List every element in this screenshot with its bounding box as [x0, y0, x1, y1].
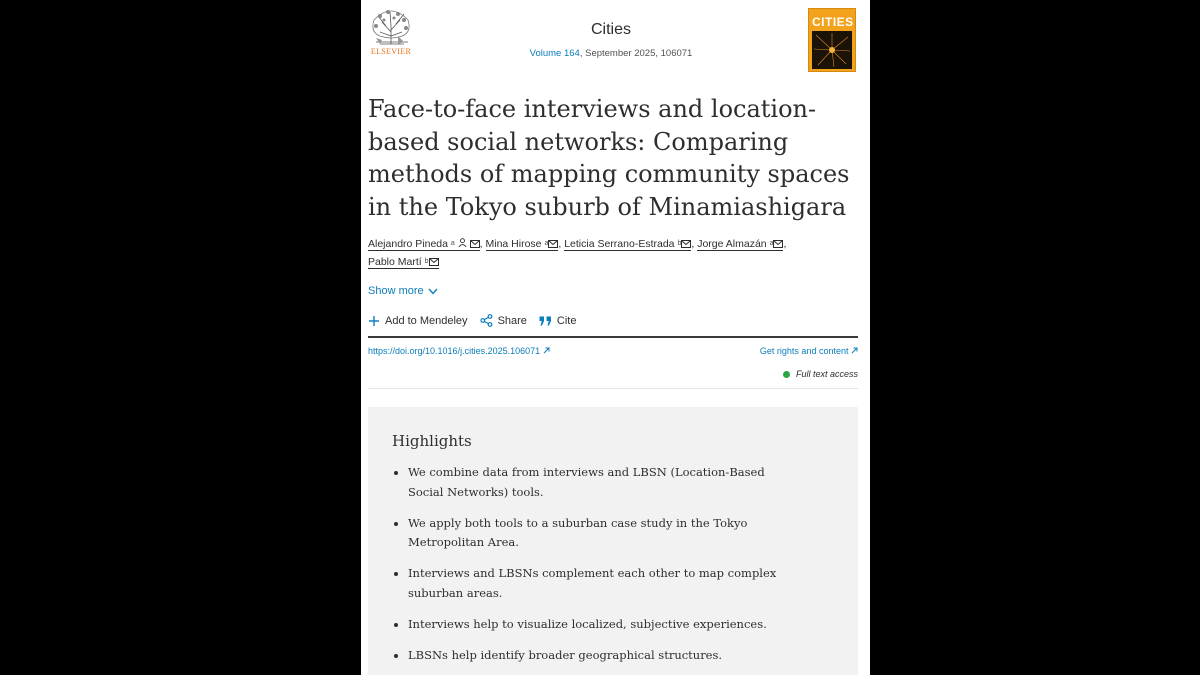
volume-link[interactable]: Volume 164 [530, 48, 580, 59]
cite-label: Cite [556, 314, 577, 327]
mail-icon [681, 240, 692, 248]
author-name: Pablo Martí [368, 256, 422, 268]
author-link[interactable]: Mina Hirose a [485, 238, 559, 251]
author-link[interactable]: Alejandro Pineda a [368, 238, 480, 251]
get-rights-link[interactable]: Get rights and content [760, 346, 858, 356]
journal-cover-image[interactable]: CITIES [808, 8, 856, 72]
author-name: Alejandro Pineda [368, 238, 448, 250]
plus-icon [369, 315, 379, 326]
add-to-mendeley-button[interactable]: Add to Mendeley [368, 314, 468, 327]
show-more-label: Show more [368, 285, 424, 297]
chevron-down-icon [428, 288, 438, 295]
external-link-icon [543, 347, 550, 354]
cite-button[interactable]: Cite [539, 314, 577, 327]
highlight-item: Interviews and LBSNs complement each oth… [392, 564, 782, 603]
doi-link[interactable]: https://doi.org/10.1016/j.cities.2025.10… [368, 346, 550, 356]
journal-issue-info: Volume 164, September 2025, 106071 [461, 48, 761, 59]
external-link-icon [851, 347, 858, 354]
issue-details: , September 2025, 106071 [579, 48, 693, 59]
article-actions: Add to Mendeley Share Cite [368, 314, 576, 327]
highlight-item: LBSNs help identify broader geographical… [392, 646, 782, 666]
highlights-list: We combine data from interviews and LBSN… [392, 463, 782, 675]
cover-artwork [812, 31, 852, 69]
affiliation-marker: a [450, 240, 455, 247]
share-button[interactable]: Share [479, 314, 527, 327]
article-title: Face-to-face interviews and location-bas… [368, 95, 850, 221]
quote-icon [539, 316, 551, 325]
mendeley-label: Add to Mendeley [385, 314, 468, 327]
highlight-item: We apply both tools to a suburban case s… [392, 514, 782, 553]
author-name: Mina Hirose [485, 238, 542, 250]
author-link[interactable]: Jorge Almazán a [697, 238, 784, 251]
author-link[interactable]: Leticia Serrano-Estrada b [564, 238, 692, 251]
access-label: Full text access [795, 369, 858, 379]
light-divider [368, 388, 858, 389]
share-icon [479, 314, 492, 327]
access-dot-icon [782, 370, 790, 378]
doi-text: https://doi.org/10.1016/j.cities.2025.10… [368, 346, 541, 356]
show-more-button[interactable]: Show more [368, 285, 438, 297]
cover-title: CITIES [812, 15, 854, 29]
author-link[interactable]: Pablo Martí b [368, 256, 439, 269]
highlights-heading: Highlights [392, 432, 472, 450]
author-name: Jorge Almazán [697, 238, 767, 250]
mail-icon [548, 240, 559, 248]
highlight-item: We combine data from interviews and LBSN… [392, 463, 782, 502]
share-label: Share [497, 314, 527, 327]
access-status: Full text access [782, 369, 858, 379]
section-divider [368, 336, 858, 338]
highlight-item: Interviews help to visualize localized, … [392, 615, 782, 635]
mail-icon [469, 240, 480, 248]
mail-icon [428, 258, 439, 266]
publisher-name: ELSEVIER [370, 47, 412, 56]
author-name: Leticia Serrano-Estrada [564, 238, 675, 250]
mail-icon [773, 240, 784, 248]
author-list: Alejandro Pineda a , Mina Hirose a, Leti… [368, 238, 787, 269]
highlights-box: Highlights We combine data from intervie… [368, 407, 858, 675]
rights-text: Get rights and content [759, 346, 849, 356]
person-icon [458, 238, 467, 247]
journal-title[interactable]: Cities [511, 21, 711, 39]
article-page: ELSEVIER Cities Volume 164, September 20… [361, 0, 870, 675]
